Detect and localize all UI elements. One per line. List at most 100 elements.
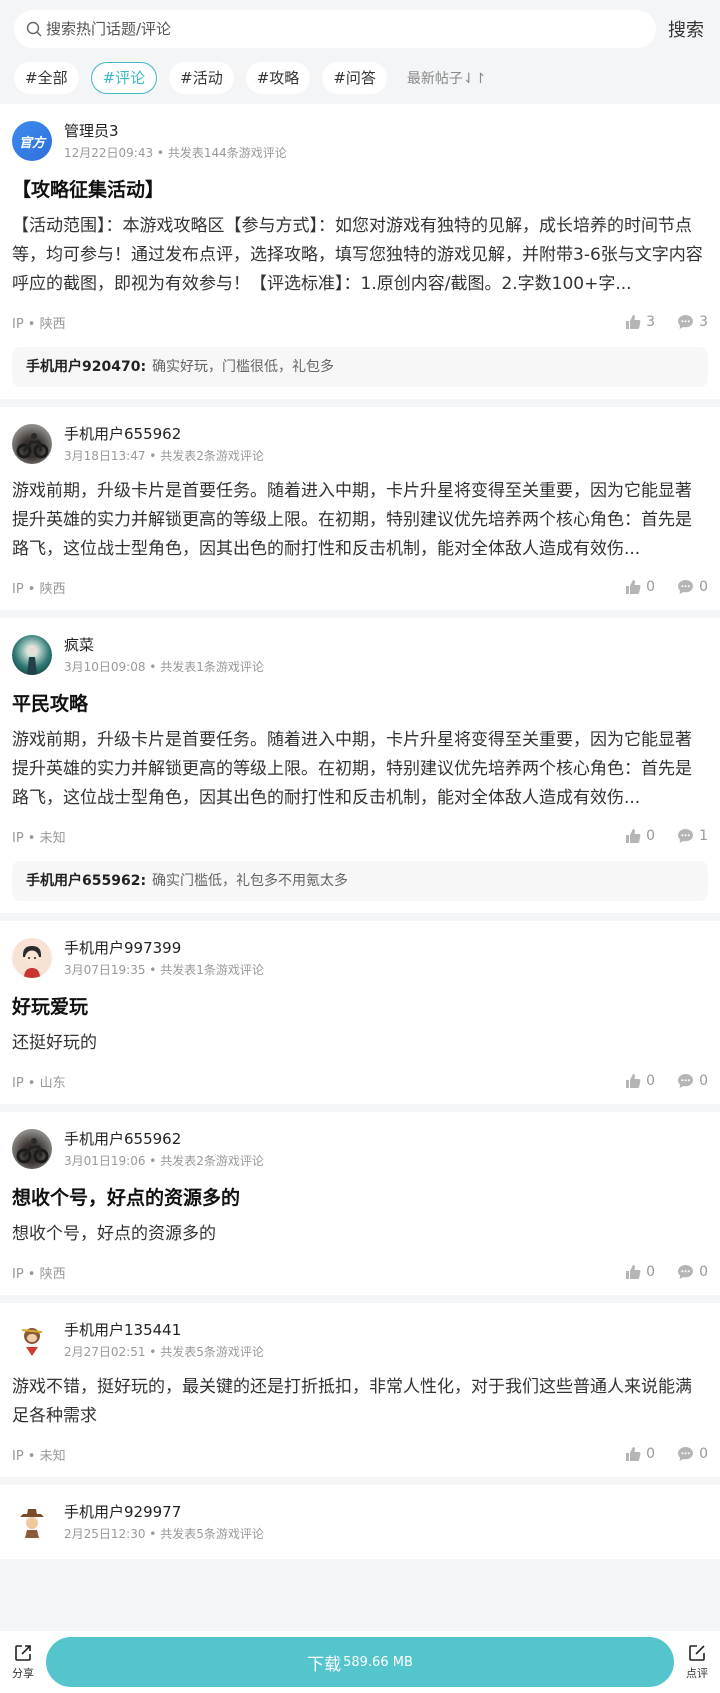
post-body: 想收个号，好点的资源多的 — [12, 1224, 216, 1244]
username[interactable]: 疯菜 — [64, 634, 264, 656]
user-info: 手机用户929977 2月25日12:30 • 共发表5条游戏评论 — [64, 1501, 264, 1542]
thumbs-up-icon — [626, 829, 641, 843]
avatar[interactable] — [12, 1320, 52, 1360]
tab-reviews[interactable]: #评论 — [90, 62, 158, 94]
like-button[interactable]: 0 — [625, 579, 655, 595]
user-info: 手机用户997399 3月07日19:35 • 共发表1条游戏评论 — [64, 937, 264, 978]
tab-events[interactable]: #活动 — [169, 62, 234, 94]
edit-icon — [689, 1645, 705, 1661]
download-button[interactable]: 下载 589.66 MB — [46, 1637, 674, 1687]
user-info: 手机用户655962 3月01日19:06 • 共发表2条游戏评论 — [64, 1128, 264, 1169]
search-box[interactable] — [14, 10, 656, 48]
avatar[interactable] — [12, 1129, 52, 1169]
comment-button[interactable]: 3 — [677, 314, 708, 330]
tab-qa[interactable]: #问答 — [322, 62, 387, 94]
comment-count: 0 — [699, 1073, 708, 1089]
comment-button[interactable]: 0 — [677, 1446, 708, 1462]
thumbs-up-icon — [626, 1074, 641, 1088]
user-row: 疯菜 3月10日09:08 • 共发表1条游戏评论 — [12, 634, 708, 680]
user-row: 手机用户135441 2月27日02:51 • 共发表5条游戏评论 — [12, 1319, 708, 1365]
share-label: 分享 — [12, 1667, 34, 1680]
character-portrait-image — [27, 645, 37, 675]
like-button[interactable]: 0 — [625, 828, 655, 844]
avatar[interactable]: 官方 — [12, 121, 52, 161]
thumbs-up-icon — [626, 1447, 641, 1461]
post-body: 游戏前期，升级卡片是首要任务。随着进入中期，卡片升星将变得至关重要，因为它能显著… — [12, 730, 692, 808]
user-info: 手机用户135441 2月27日02:51 • 共发表5条游戏评论 — [64, 1319, 264, 1360]
search-button[interactable]: 搜索 — [668, 16, 704, 42]
comment-button[interactable]: 0 — [677, 1264, 708, 1280]
tab-guides[interactable]: #攻略 — [245, 62, 311, 94]
username[interactable]: 手机用户135441 — [64, 1319, 264, 1341]
ip-location: IP • 未知 — [12, 1448, 66, 1464]
avatar[interactable] — [12, 1502, 52, 1542]
like-button[interactable]: 0 — [625, 1446, 655, 1462]
post-body: 游戏前期，升级卡片是首要任务。随着进入中期，卡片升星将变得至关重要，因为它能显著… — [12, 481, 692, 559]
username[interactable]: 手机用户655962 — [64, 423, 264, 445]
post-title: 想收个号，好点的资源多的 — [12, 1187, 241, 1209]
post-footer: IP • 陕西 3 3 — [12, 311, 708, 333]
comment-icon — [678, 315, 694, 329]
comment-button[interactable]: 0 — [677, 579, 708, 595]
thumbs-up-icon — [626, 315, 641, 329]
comment-count: 0 — [699, 1446, 708, 1462]
post-title: 好玩爱玩 — [12, 996, 89, 1018]
post-meta: 3月18日13:47 • 共发表2条游戏评论 — [64, 449, 264, 463]
post-card[interactable]: 手机用户929977 2月25日12:30 • 共发表5条游戏评论 — [0, 1485, 720, 1559]
review-label: 点评 — [686, 1667, 708, 1680]
like-button[interactable]: 3 — [625, 314, 655, 330]
share-button[interactable]: 分享 — [6, 1643, 40, 1681]
like-count: 0 — [646, 1073, 656, 1089]
download-label: 下载 — [307, 1654, 342, 1675]
sort-toggle[interactable]: 最新帖子⇃↾ — [407, 68, 486, 88]
post-meta: 12月22日09:43 • 共发表144条游戏评论 — [64, 146, 287, 160]
avatar[interactable] — [12, 938, 52, 978]
user-row: 手机用户655962 3月01日19:06 • 共发表2条游戏评论 — [12, 1128, 708, 1174]
cartoon-boy-image — [23, 946, 41, 978]
ip-location: IP • 未知 — [12, 830, 66, 846]
thumbs-up-icon — [626, 580, 641, 594]
post-card[interactable]: 疯菜 3月10日09:08 • 共发表1条游戏评论 平民攻略 游戏前期，升级卡片… — [0, 618, 720, 913]
post-card[interactable]: 手机用户997399 3月07日19:35 • 共发表1条游戏评论 好玩爱玩 还… — [0, 921, 720, 1104]
top-reply[interactable]: 手机用户920470: 确实好玩，门槛很低，礼包多 — [12, 347, 708, 387]
like-count: 3 — [646, 314, 656, 330]
username[interactable]: 手机用户655962 — [64, 1128, 264, 1150]
user-info: 手机用户655962 3月18日13:47 • 共发表2条游戏评论 — [64, 423, 264, 464]
search-input[interactable] — [46, 20, 644, 38]
motorcycle-image — [16, 1138, 49, 1164]
like-button[interactable]: 0 — [625, 1264, 655, 1280]
reply-text: 确实门槛低，礼包多不用氪太多 — [152, 873, 349, 889]
post-body: 还挺好玩的 — [12, 1033, 97, 1053]
post-footer: IP • 未知 0 1 — [12, 825, 708, 847]
avatar[interactable] — [12, 424, 52, 464]
ip-location: IP • 陕西 — [12, 316, 66, 332]
comment-count: 3 — [699, 314, 708, 330]
reply-username: 手机用户920470: — [26, 359, 147, 375]
search-icon — [26, 21, 42, 37]
like-button[interactable]: 0 — [625, 1073, 655, 1089]
post-card[interactable]: 官方 管理员3 12月22日09:43 • 共发表144条游戏评论 【攻略征集活… — [0, 104, 720, 399]
post-card[interactable]: 手机用户655962 3月18日13:47 • 共发表2条游戏评论 游戏前期，升… — [0, 407, 720, 610]
username[interactable]: 管理员3 — [64, 120, 287, 142]
post-feed: 官方 管理员3 12月22日09:43 • 共发表144条游戏评论 【攻略征集活… — [0, 104, 720, 1559]
reply-text: 确实好玩，门槛很低，礼包多 — [152, 359, 335, 375]
post-footer: IP • 未知 0 0 — [12, 1443, 708, 1465]
review-button[interactable]: 点评 — [680, 1643, 714, 1681]
post-body: 游戏不错，挺好玩的，最关键的还是打折抵扣，非常人性化，对于我们这些普通人来说能满… — [12, 1377, 692, 1426]
comment-button[interactable]: 1 — [677, 828, 708, 844]
username[interactable]: 手机用户997399 — [64, 937, 264, 959]
post-card[interactable]: 手机用户655962 3月01日19:06 • 共发表2条游戏评论 想收个号，好… — [0, 1112, 720, 1295]
post-card[interactable]: 手机用户135441 2月27日02:51 • 共发表5条游戏评论 游戏不错，挺… — [0, 1303, 720, 1477]
like-count: 0 — [646, 1446, 656, 1462]
comment-count: 0 — [699, 579, 708, 595]
avatar[interactable] — [12, 635, 52, 675]
comment-button[interactable]: 0 — [677, 1073, 708, 1089]
username[interactable]: 手机用户929977 — [64, 1501, 264, 1523]
like-count: 0 — [646, 828, 656, 844]
post-footer: IP • 陕西 0 0 — [12, 1261, 708, 1283]
top-reply[interactable]: 手机用户655962: 确实门槛低，礼包多不用氪太多 — [12, 861, 708, 901]
post-meta: 2月27日02:51 • 共发表5条游戏评论 — [64, 1345, 264, 1359]
user-row: 手机用户929977 2月25日12:30 • 共发表5条游戏评论 — [12, 1501, 708, 1547]
tab-all[interactable]: #全部 — [14, 62, 79, 94]
comment-icon — [678, 1265, 694, 1279]
